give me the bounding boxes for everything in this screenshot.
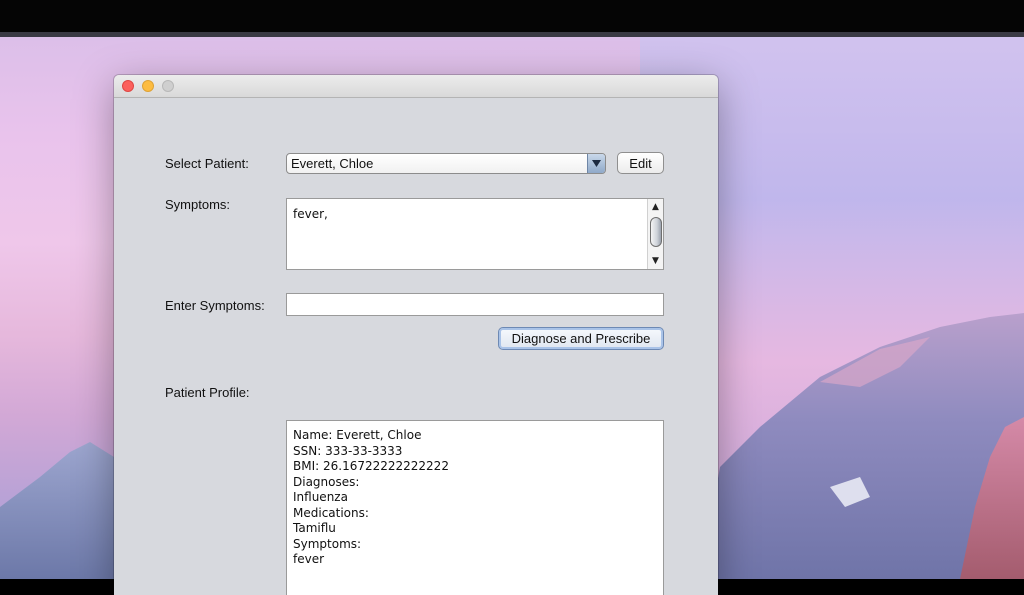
system-menubar — [0, 0, 1024, 32]
profile-line: Tamiflu — [293, 521, 336, 535]
symptoms-label: Symptoms: — [165, 197, 231, 212]
scroll-thumb[interactable] — [650, 217, 662, 247]
profile-line: Diagnoses: — [293, 474, 360, 489]
minimize-window-button[interactable] — [142, 80, 154, 92]
diagnose-and-prescribe-button[interactable]: Diagnose and Prescribe — [498, 327, 664, 350]
title-bar — [114, 75, 718, 98]
app-window: Select Patient: Everett, Chloe Edit Symp… — [114, 75, 718, 595]
scroll-down-arrow-icon[interactable]: ▼ — [648, 255, 663, 267]
chevron-down-icon[interactable] — [587, 154, 605, 173]
enter-symptoms-label: Enter Symptoms: — [165, 298, 265, 313]
zoom-window-button[interactable] — [162, 80, 174, 92]
edit-button[interactable]: Edit — [617, 152, 664, 174]
enter-symptoms-input[interactable] — [286, 293, 664, 316]
selected-patient-value: Everett, Chloe — [291, 156, 374, 171]
patient-profile-label: Patient Profile: — [165, 385, 250, 400]
profile-line: fever — [293, 552, 325, 566]
profile-line: Symptoms: — [293, 536, 362, 551]
profile-line: BMI: 26.16722222222222 — [293, 459, 449, 473]
scroll-up-arrow-icon[interactable]: ▲ — [648, 201, 663, 213]
patient-select-dropdown[interactable]: Everett, Chloe — [286, 153, 606, 174]
symptoms-text: fever, — [293, 207, 328, 221]
symptoms-scrollbar[interactable]: ▲ ▼ — [647, 199, 663, 269]
profile-line: SSN: 333-33-3333 — [293, 443, 403, 458]
profile-line: Influenza — [293, 490, 348, 504]
symptoms-textarea[interactable]: fever, ▲ ▼ — [286, 198, 664, 270]
close-window-button[interactable] — [122, 80, 134, 92]
patient-profile-textarea[interactable]: Name: Everett, Chloe SSN: 333-33-3333 BM… — [286, 420, 664, 595]
profile-line: Medications: — [293, 505, 369, 520]
profile-line: Name: Everett, Chloe — [293, 428, 422, 442]
select-patient-label: Select Patient: — [165, 156, 249, 171]
